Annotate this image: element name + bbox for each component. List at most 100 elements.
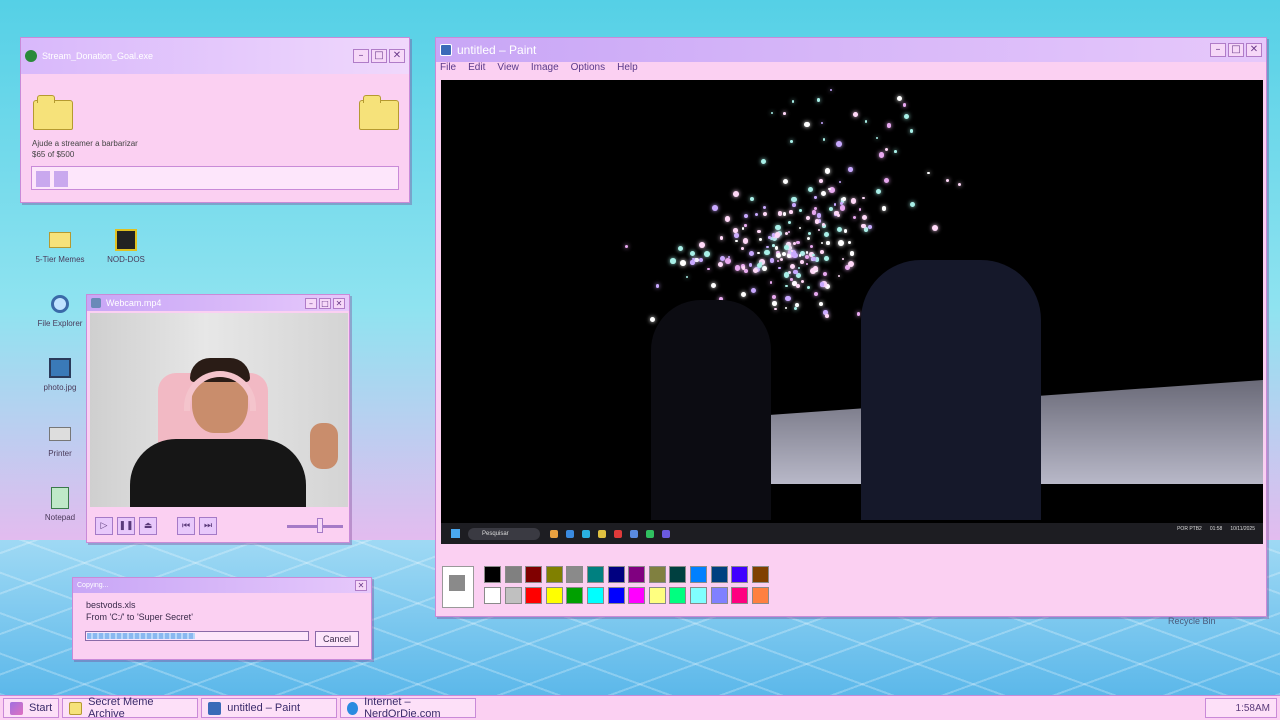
recycle-bin-label[interactable]: Recycle Bin — [1168, 616, 1216, 626]
current-color[interactable] — [442, 566, 474, 608]
palette-swatch[interactable] — [504, 587, 522, 604]
window-title: untitled – Paint — [457, 43, 537, 57]
firework-spark — [819, 282, 825, 287]
palette-swatch[interactable] — [648, 587, 666, 604]
maximize-button[interactable]: □ — [371, 49, 387, 63]
palette-swatch[interactable] — [710, 566, 728, 583]
palette-swatch[interactable] — [669, 587, 687, 604]
palette-swatch[interactable] — [731, 566, 749, 583]
firework-spark — [839, 205, 846, 211]
tray-lang: POR PTB2 — [1177, 526, 1202, 532]
menu-file[interactable]: File — [440, 62, 456, 78]
paint-canvas[interactable]: Pesquisar POR PTB2 01:58 10/11/2025 — [441, 80, 1263, 544]
start-button[interactable]: Start — [3, 698, 60, 718]
palette-swatch[interactable] — [648, 566, 666, 583]
firework-spark — [735, 240, 738, 243]
firework-spark — [712, 204, 719, 211]
taskbar-item-paint[interactable]: untitled – Paint — [201, 698, 338, 718]
menu-view[interactable]: View — [497, 62, 519, 78]
firework-spark — [885, 147, 889, 152]
palette-swatch[interactable] — [628, 566, 646, 583]
close-button[interactable]: ✕ — [1246, 43, 1262, 57]
desktop-icon-notepad[interactable]: Notepad — [28, 486, 92, 522]
search-box: Pesquisar — [468, 527, 540, 540]
palette-swatch[interactable] — [669, 566, 687, 583]
palette-swatch[interactable] — [545, 587, 563, 604]
minimize-button[interactable]: – — [353, 49, 369, 63]
firework-spark — [741, 227, 745, 231]
palette-swatch[interactable] — [587, 566, 604, 583]
desktop-icon-photo[interactable]: photo.jpg — [28, 356, 92, 392]
palette-swatch[interactable] — [484, 566, 501, 583]
titlebar[interactable]: Copying... ✕ — [73, 578, 371, 593]
maximize-button[interactable]: □ — [1228, 43, 1244, 57]
donation-text: Ajude a streamer a barbarizar $65 of $50… — [32, 138, 138, 160]
palette-swatch[interactable] — [525, 587, 543, 604]
previous-icon[interactable]: ⏮ — [177, 517, 195, 535]
firework-spark — [775, 232, 781, 238]
firework-spark — [727, 255, 730, 258]
close-button[interactable]: ✕ — [333, 297, 345, 309]
pause-icon[interactable]: ❚❚ — [117, 517, 135, 535]
palette-swatch[interactable] — [607, 587, 625, 604]
palette-swatch[interactable] — [731, 587, 749, 604]
minimize-button[interactable]: – — [1210, 43, 1226, 57]
volume-slider-knob[interactable] — [317, 518, 323, 533]
cancel-button[interactable]: Cancel — [315, 631, 359, 647]
next-icon[interactable]: ⏭ — [199, 517, 217, 535]
firework-spark — [743, 213, 748, 218]
close-button[interactable]: ✕ — [389, 49, 405, 63]
palette-swatch[interactable] — [525, 566, 543, 583]
menu-help[interactable]: Help — [617, 62, 638, 78]
palette-swatch[interactable] — [710, 587, 728, 604]
magnifier-icon — [47, 292, 73, 316]
firework-spark — [822, 138, 826, 141]
desktop-icon-printer[interactable]: Printer — [28, 422, 92, 458]
menu-edit[interactable]: Edit — [468, 62, 485, 78]
donation-message: Ajude a streamer a barbarizar — [32, 139, 138, 148]
palette-swatch[interactable] — [690, 566, 707, 583]
volume-slider-track[interactable] — [287, 525, 343, 528]
app-icon — [582, 529, 590, 538]
taskbar-item-secret-meme-archive[interactable]: Secret Meme Archive — [62, 696, 199, 720]
palette-swatch[interactable] — [751, 587, 769, 604]
titlebar[interactable]: untitled – Paint – □ ✕ — [436, 38, 1266, 62]
firework-spark — [848, 167, 854, 172]
firework-spark — [814, 196, 817, 199]
desktop-icon-5-tier-memes[interactable]: 5-Tier Memes — [28, 228, 92, 264]
menu-options[interactable]: Options — [571, 62, 605, 78]
menu-image[interactable]: Image — [531, 62, 559, 78]
palette-swatch[interactable] — [587, 587, 604, 604]
copy-progress-bar — [85, 631, 309, 641]
palette-swatch[interactable] — [566, 566, 584, 583]
firework-spark — [794, 306, 798, 310]
firework-spark — [771, 111, 774, 114]
palette-swatch[interactable] — [607, 566, 625, 583]
titlebar[interactable]: Stream_Donation_Goal.exe – □ ✕ — [21, 38, 409, 74]
palette-swatch[interactable] — [690, 587, 707, 604]
palette-swatch[interactable] — [628, 587, 646, 604]
play-icon[interactable]: ▷ — [95, 517, 113, 535]
palette-swatch[interactable] — [484, 587, 501, 604]
firework-spark — [787, 231, 791, 234]
firework-spark — [862, 196, 865, 200]
maximize-button[interactable]: □ — [319, 297, 331, 309]
taskbar-item-internet[interactable]: Internet – NerdOrDie.com — [340, 696, 477, 720]
close-button[interactable]: ✕ — [355, 580, 367, 591]
folder-icon — [69, 701, 83, 715]
palette-swatch[interactable] — [504, 566, 522, 583]
firework-spark — [837, 274, 841, 277]
desktop-icon-nod-dos[interactable]: NOD-DOS — [94, 228, 158, 264]
palette-swatch[interactable] — [751, 566, 769, 583]
paint-icon — [440, 44, 452, 56]
firework-spark — [774, 307, 777, 310]
firework-spark — [677, 246, 684, 252]
palette-swatch[interactable] — [545, 566, 563, 583]
titlebar[interactable]: Webcam.mp4 – □ ✕ — [87, 295, 349, 311]
firework-spark — [787, 253, 792, 258]
eject-icon[interactable]: ⏏ — [139, 517, 157, 535]
minimize-button[interactable]: – — [305, 297, 317, 309]
firework-spark — [819, 178, 823, 183]
desktop-icon-file-explorer[interactable]: File Explorer — [28, 292, 92, 328]
palette-swatch[interactable] — [566, 587, 584, 604]
